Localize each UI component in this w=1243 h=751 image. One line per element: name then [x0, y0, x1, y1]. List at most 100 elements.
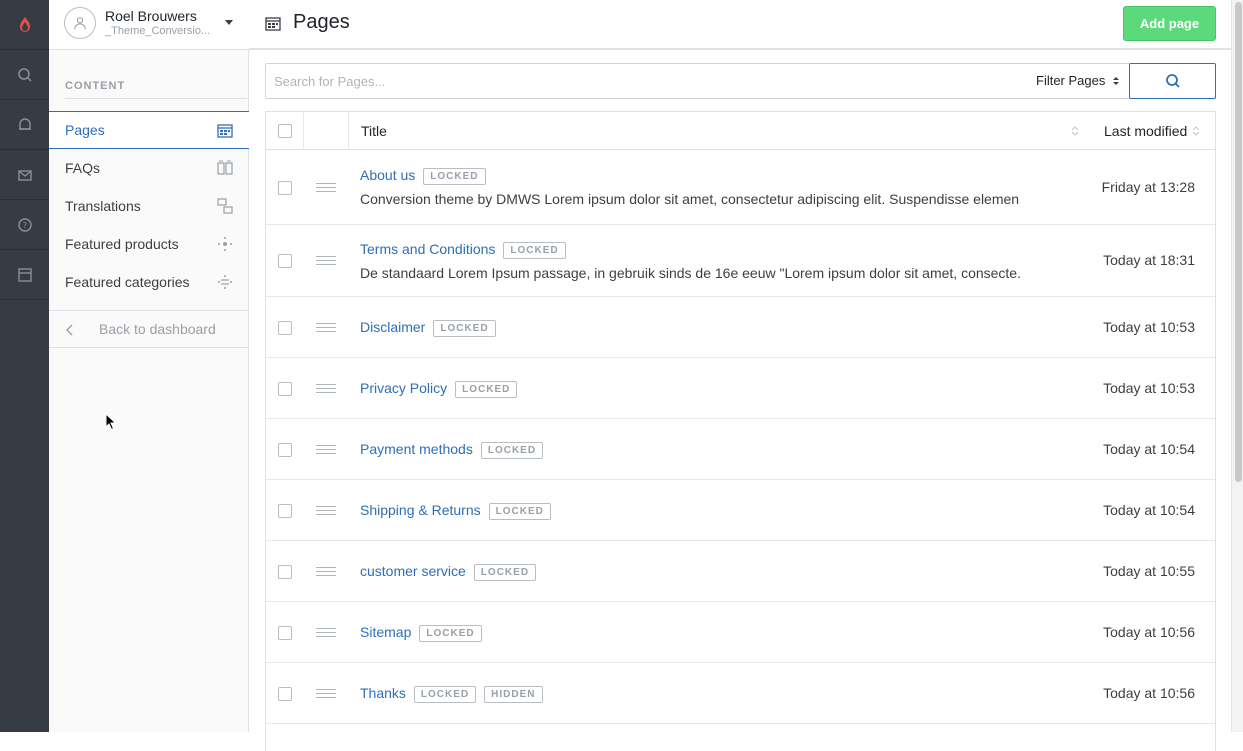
table-row[interactable]: customer service LOCKED Today at 10:55	[266, 541, 1215, 602]
row-checkbox[interactable]	[278, 626, 292, 640]
column-last-modified[interactable]: Last modified	[1104, 123, 1187, 139]
search-icon	[1165, 74, 1180, 88]
page-title-link[interactable]: Shipping & Returns	[360, 502, 481, 518]
status-badge: LOCKED	[413, 686, 477, 703]
row-last-modified: Today at 10:54	[1103, 502, 1195, 518]
drag-handle-icon[interactable]	[316, 256, 336, 265]
row-checkbox[interactable]	[278, 504, 292, 518]
table-row[interactable]: Shipping & Returns LOCKED Today at 10:54	[266, 480, 1215, 541]
table-row[interactable]: About us LOCKED Conversion theme by DMWS L…	[266, 151, 1215, 225]
drag-handle-icon[interactable]	[316, 183, 336, 192]
logo-icon[interactable]	[0, 0, 49, 50]
store-icon[interactable]	[0, 250, 49, 300]
drag-handle-icon[interactable]	[316, 628, 336, 637]
drag-handle-icon[interactable]	[316, 689, 336, 698]
header-drag-cell	[304, 112, 349, 150]
pages-icon	[217, 124, 233, 138]
page-title-link[interactable]: Sitemap	[360, 624, 411, 640]
status-badge: LOCKED	[503, 242, 566, 259]
row-last-modified: Today at 10:56	[1103, 685, 1195, 701]
select-all-checkbox[interactable]	[278, 124, 292, 138]
search-button[interactable]	[1129, 63, 1216, 99]
column-title[interactable]: Title	[361, 123, 387, 139]
table-row[interactable]: Thanks LOCKED HIDDEN Today at 10:56	[266, 663, 1215, 724]
row-checkbox[interactable]	[278, 565, 292, 579]
row-last-modified: Today at 10:53	[1103, 319, 1195, 335]
sidebar-item-faqs[interactable]: FAQs	[49, 149, 249, 187]
page-title-link[interactable]: customer service	[360, 563, 466, 579]
table-row[interactable]: Privacy Policy LOCKED Today at 10:53	[266, 358, 1215, 419]
table-row[interactable]: Disclaimer LOCKED Today at 10:53	[266, 297, 1215, 358]
sidebar-item-label: Translations	[65, 198, 141, 214]
row-checkbox[interactable]	[278, 443, 292, 457]
row-last-modified: Today at 10:54	[1103, 441, 1195, 457]
drag-handle-icon[interactable]	[316, 384, 336, 393]
sidebar-item-translations[interactable]: Translations	[49, 187, 249, 225]
filter-dropdown[interactable]: Filter Pages	[1036, 73, 1105, 88]
search-input[interactable]	[274, 72, 974, 90]
page-header: Pages Add page	[249, 0, 1231, 50]
sidebar-item-label: Pages	[65, 122, 105, 138]
row-title: Shipping & Returns LOCKED	[360, 502, 551, 520]
page-title-link[interactable]: Disclaimer	[360, 319, 425, 335]
scrollbar[interactable]	[1231, 0, 1243, 732]
sort-icon[interactable]	[1193, 126, 1199, 136]
row-title: Privacy Policy LOCKED	[360, 380, 518, 398]
row-title: Disclaimer LOCKED	[360, 319, 496, 337]
row-title: Terms and Conditions LOCKED	[360, 241, 566, 259]
drag-handle-icon[interactable]	[316, 506, 336, 515]
drag-handle-icon[interactable]	[316, 323, 336, 332]
account-switcher[interactable]: Roel Brouwers _Theme_Conversio...	[49, 0, 249, 50]
row-checkbox[interactable]	[278, 321, 292, 335]
row-title: Sitemap LOCKED	[360, 624, 482, 642]
page-title-link[interactable]: Payment methods	[360, 441, 473, 457]
status-badge: LOCKED	[455, 381, 518, 398]
row-checkbox[interactable]	[278, 254, 292, 268]
add-page-button[interactable]: Add page	[1123, 6, 1216, 41]
row-checkbox[interactable]	[278, 181, 292, 195]
scrollbar-thumb[interactable]	[1235, 2, 1242, 482]
icon-rail: ?	[0, 0, 49, 732]
table-row[interactable]: Terms and Conditions LOCKED De standaard L…	[266, 225, 1215, 297]
back-to-dashboard-link[interactable]: Back to dashboard	[49, 310, 249, 348]
status-badge: LOCKED	[480, 442, 544, 459]
page-title-link[interactable]: Thanks	[360, 685, 406, 701]
avatar-icon	[64, 7, 96, 39]
page-title-link[interactable]: Privacy Policy	[360, 380, 447, 396]
help-icon[interactable]: ?	[0, 200, 49, 250]
svg-text:?: ?	[22, 221, 26, 230]
sidebar-item-pages[interactable]: Pages	[49, 111, 249, 149]
search-icon[interactable]	[0, 50, 49, 100]
row-checkbox[interactable]	[278, 382, 292, 396]
sidebar-item-featured-products[interactable]: Featured products	[49, 225, 249, 263]
mail-icon[interactable]	[0, 150, 49, 200]
notification-icon[interactable]	[0, 100, 49, 150]
status-badge: LOCKED	[488, 503, 551, 520]
page-title-link[interactable]: Terms and Conditions	[360, 241, 495, 257]
faq-icon	[217, 160, 233, 175]
table-row[interactable]: Payment methods LOCKED Today at 10:54	[266, 419, 1215, 480]
status-badge: HIDDEN	[484, 686, 543, 703]
account-store: _Theme_Conversio...	[105, 25, 211, 37]
sidebar-item-featured-categories[interactable]: Featured categories	[49, 263, 249, 301]
drag-handle-icon[interactable]	[316, 567, 336, 576]
status-badge: LOCKED	[473, 564, 537, 581]
sidebar-item-label: FAQs	[65, 160, 101, 176]
sidebar: Roel Brouwers _Theme_Conversio... CONTEN…	[49, 0, 249, 732]
featured-categories-icon	[218, 275, 232, 289]
row-last-modified: Today at 10:53	[1103, 380, 1195, 396]
status-badge: LOCKED	[419, 625, 482, 642]
row-title: Payment methods LOCKED	[360, 441, 544, 459]
pages-icon	[265, 17, 281, 31]
section-title: CONTENT	[65, 80, 126, 92]
row-checkbox[interactable]	[278, 687, 292, 701]
cursor-icon	[105, 413, 117, 431]
table-row[interactable]: Sitemap LOCKED Today at 10:56	[266, 602, 1215, 663]
drag-handle-icon[interactable]	[316, 445, 336, 454]
header-check-cell	[266, 112, 304, 150]
page-title-link[interactable]: About us	[360, 167, 415, 183]
sort-icon[interactable]	[1072, 126, 1078, 136]
row-title: customer service LOCKED	[360, 563, 537, 581]
account-name: Roel Brouwers	[105, 8, 197, 24]
pages-table: Title Last modified About us LOCKED Conver…	[265, 111, 1216, 751]
